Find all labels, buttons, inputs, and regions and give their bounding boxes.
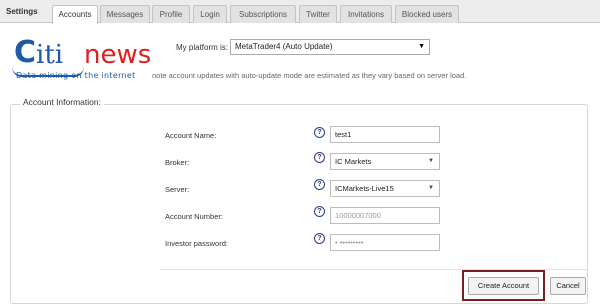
- investor-password-input[interactable]: • •••••••••: [330, 234, 440, 251]
- broker-help-icon[interactable]: ?: [314, 152, 325, 163]
- account-number-input[interactable]: 10000007000: [330, 207, 440, 224]
- platform-select[interactable]: MetaTrader4 (Auto Update) ▼: [230, 39, 430, 55]
- account-number-label: Account Number:: [165, 212, 223, 221]
- server-selected-value: ICMarkets-Live15: [335, 184, 394, 193]
- tab-login[interactable]: Login: [193, 5, 227, 23]
- update-note: note account updates with auto-update mo…: [152, 71, 467, 80]
- investor-password-help-icon[interactable]: ?: [314, 233, 325, 244]
- broker-label: Broker:: [165, 158, 190, 167]
- account-number-help-icon[interactable]: ?: [314, 206, 325, 217]
- tab-blocked-users[interactable]: Blocked users: [395, 5, 459, 23]
- tab-accounts[interactable]: Accounts: [52, 5, 98, 24]
- logo-tagline: Data mining on the internet: [16, 71, 136, 80]
- tab-profile[interactable]: Profile: [152, 5, 190, 23]
- tab-twitter[interactable]: Twitter: [299, 5, 337, 23]
- broker-select[interactable]: IC Markets ▼: [330, 153, 440, 170]
- citinews-watermark-logo: C iti news Data mining on the internet: [12, 38, 172, 84]
- chevron-down-icon: ▼: [428, 158, 434, 164]
- account-name-help-icon[interactable]: ?: [314, 127, 325, 138]
- chevron-down-icon: ▼: [428, 185, 434, 191]
- logo-initial: C: [14, 35, 37, 70]
- account-name-label: Account Name:: [165, 131, 217, 140]
- account-name-input[interactable]: test1: [330, 126, 440, 143]
- platform-selected-value: MetaTrader4 (Auto Update): [235, 42, 333, 51]
- broker-selected-value: IC Markets: [335, 157, 372, 166]
- cancel-button[interactable]: Cancel: [550, 277, 586, 295]
- logo-brand-part-b: news: [84, 40, 152, 70]
- tab-subscriptions[interactable]: Subscriptions: [230, 5, 296, 23]
- logo-brand-part-a: iti: [36, 40, 64, 70]
- settings-heading: Settings: [6, 7, 38, 16]
- settings-tabbar: Settings Accounts Messages Profile Login…: [0, 0, 600, 24]
- platform-label: My platform is:: [176, 43, 229, 52]
- server-help-icon[interactable]: ?: [314, 179, 325, 190]
- account-info-legend: Account Information:: [20, 97, 104, 107]
- tab-messages[interactable]: Messages: [100, 5, 150, 23]
- server-select[interactable]: ICMarkets-Live15 ▼: [330, 180, 440, 197]
- chevron-down-icon: ▼: [418, 43, 425, 50]
- tab-invitations[interactable]: Invitations: [340, 5, 392, 23]
- investor-password-label: Investor password:: [165, 239, 228, 248]
- create-account-button[interactable]: Create Account: [468, 277, 539, 295]
- server-label: Server:: [165, 185, 190, 194]
